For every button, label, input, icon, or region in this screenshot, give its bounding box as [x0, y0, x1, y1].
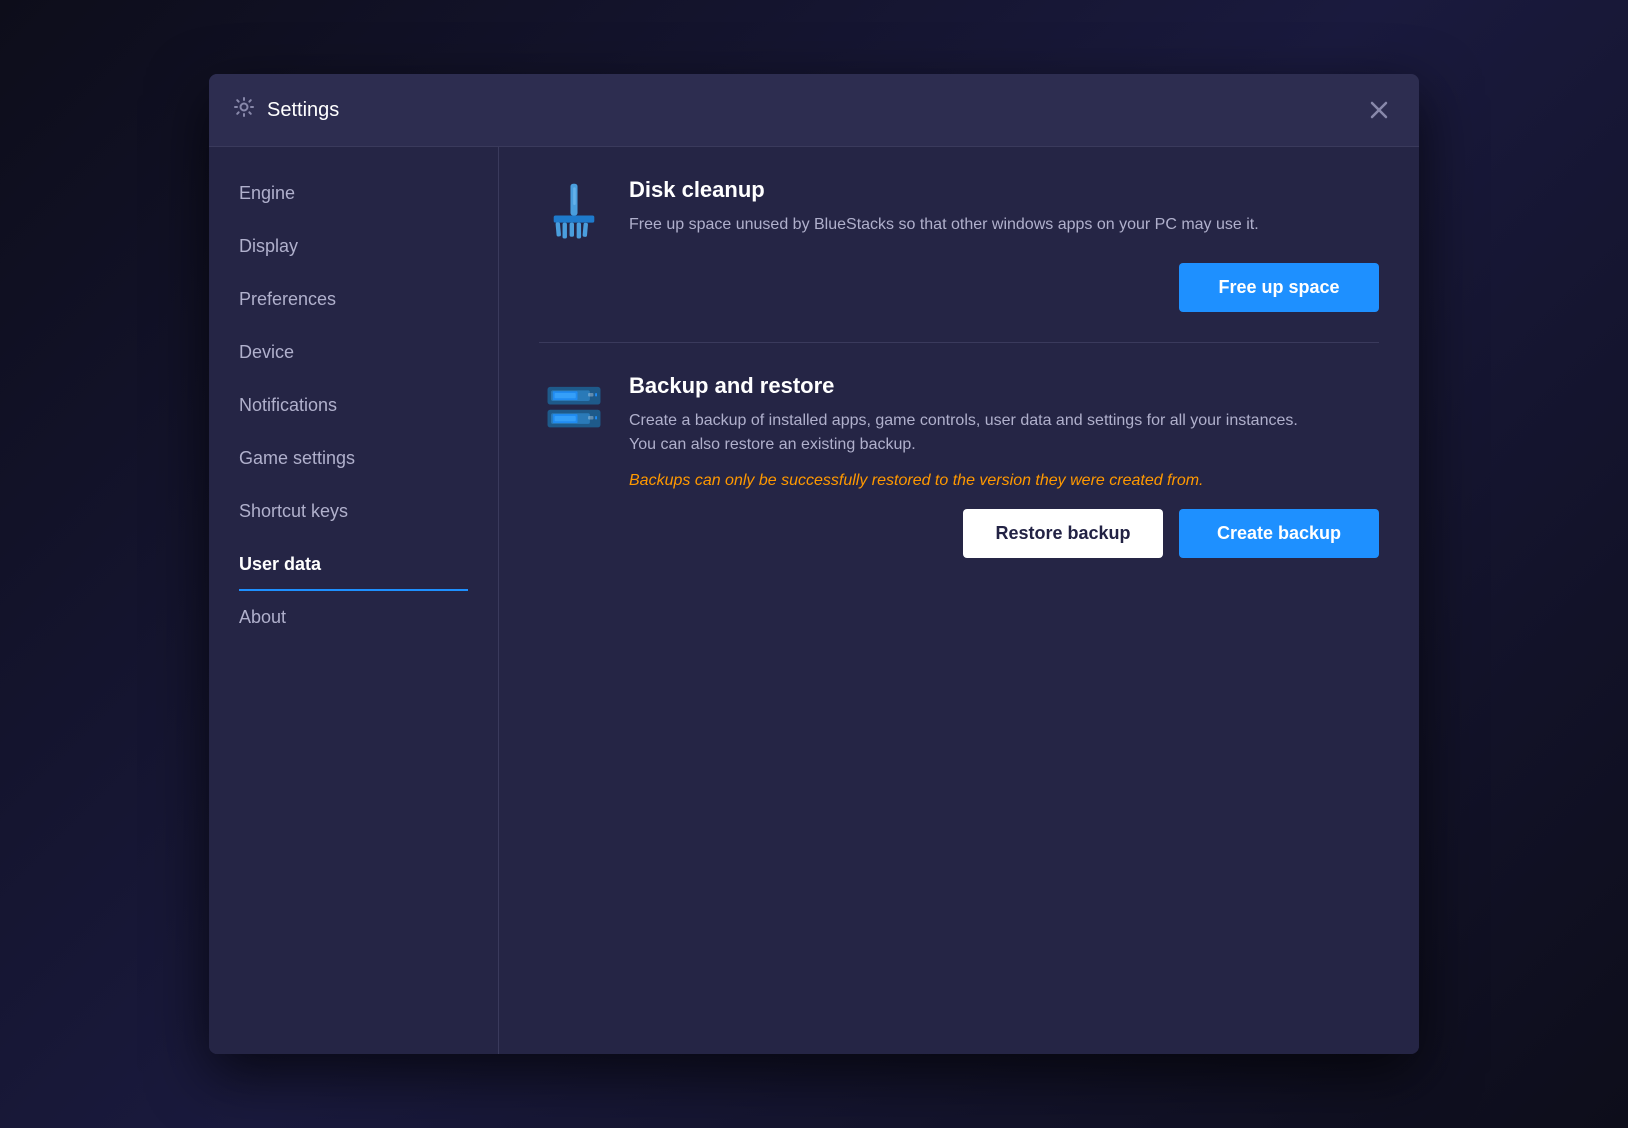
- disk-cleanup-title: Disk cleanup: [629, 177, 1379, 203]
- sidebar-item-device[interactable]: Device: [209, 326, 498, 379]
- sidebar-item-user-data[interactable]: User data: [209, 538, 498, 591]
- settings-icon: [233, 96, 255, 124]
- disk-cleanup-text: Disk cleanup Free up space unused by Blu…: [629, 177, 1379, 237]
- title-bar: Settings: [209, 74, 1419, 147]
- backup-warning-text: Backups can only be successfully restore…: [629, 469, 1379, 493]
- dialog-body: Engine Display Preferences Device Notifi…: [209, 147, 1419, 1054]
- sidebar-item-notifications[interactable]: Notifications: [209, 379, 498, 432]
- backup-restore-icon: [539, 373, 609, 443]
- backup-restore-header: Backup and restore Create a backup of in…: [539, 373, 1379, 493]
- sidebar: Engine Display Preferences Device Notifi…: [209, 147, 499, 1054]
- sidebar-item-game-settings[interactable]: Game settings: [209, 432, 498, 485]
- sidebar-item-shortcut-keys[interactable]: Shortcut keys: [209, 485, 498, 538]
- close-button[interactable]: [1363, 94, 1395, 126]
- backup-restore-text: Backup and restore Create a backup of in…: [629, 373, 1379, 493]
- disk-cleanup-icon: [539, 177, 609, 247]
- backup-restore-title: Backup and restore: [629, 373, 1379, 399]
- create-backup-button[interactable]: Create backup: [1179, 509, 1379, 558]
- sidebar-item-engine[interactable]: Engine: [209, 167, 498, 220]
- disk-cleanup-description: Free up space unused by BlueStacks so th…: [629, 213, 1309, 237]
- section-divider: [539, 342, 1379, 343]
- sidebar-item-preferences[interactable]: Preferences: [209, 273, 498, 326]
- restore-backup-button[interactable]: Restore backup: [963, 509, 1163, 558]
- backup-restore-section: Backup and restore Create a backup of in…: [539, 373, 1379, 558]
- main-content: Disk cleanup Free up space unused by Blu…: [499, 147, 1419, 1054]
- dialog-title: Settings: [267, 99, 1363, 122]
- backup-restore-description: Create a backup of installed apps, game …: [629, 409, 1309, 457]
- settings-dialog: Settings Engine Display Preferences Devi…: [209, 74, 1419, 1054]
- free-up-space-button[interactable]: Free up space: [1179, 263, 1379, 312]
- disk-cleanup-header: Disk cleanup Free up space unused by Blu…: [539, 177, 1379, 247]
- disk-cleanup-actions: Free up space: [539, 263, 1379, 312]
- backup-restore-actions: Restore backup Create backup: [539, 509, 1379, 558]
- disk-cleanup-section: Disk cleanup Free up space unused by Blu…: [539, 177, 1379, 312]
- sidebar-item-about[interactable]: About: [209, 591, 498, 644]
- sidebar-item-display[interactable]: Display: [209, 220, 498, 273]
